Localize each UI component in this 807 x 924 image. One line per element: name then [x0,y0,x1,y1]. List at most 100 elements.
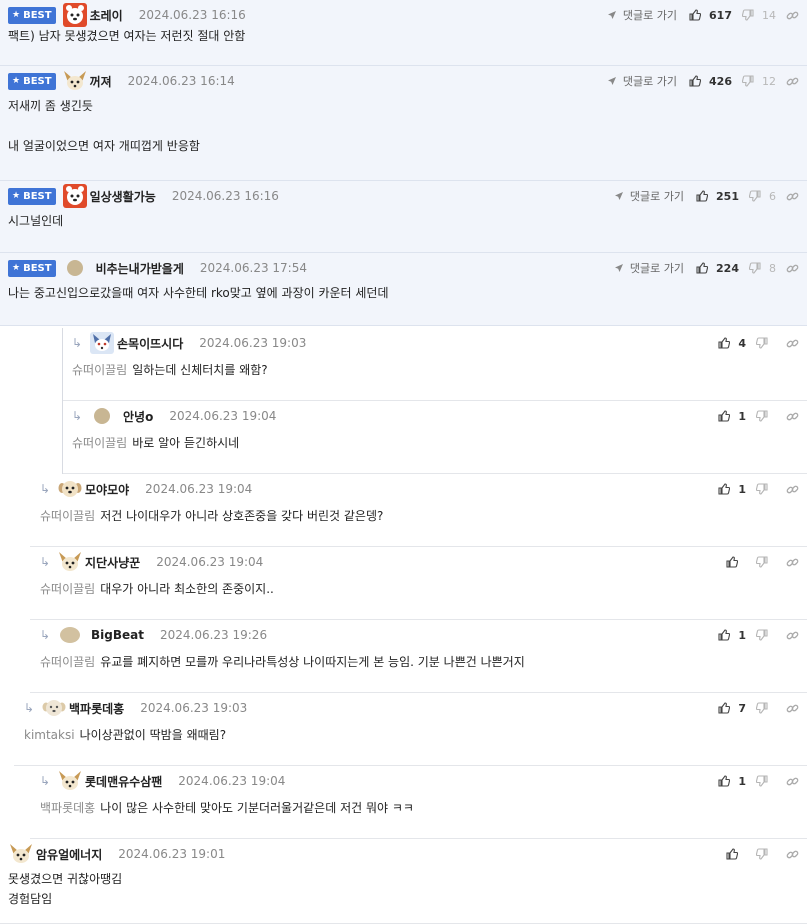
nickname[interactable]: 일상생활가능 [90,188,156,205]
nickname[interactable]: 초레이 [90,7,123,24]
nickname[interactable]: 손목이뜨시다 [117,335,183,352]
link-icon[interactable] [786,775,799,788]
comment-body: 슈떠이끌림 대우가 아니라 최소한의 존중이지.. [40,579,797,599]
avatar[interactable] [57,549,83,575]
timestamp: 2024.06.23 19:04 [178,774,286,788]
avatar[interactable] [62,183,88,209]
avatar[interactable] [62,255,88,281]
thumbs-down-icon [756,337,772,349]
mention-link[interactable]: kimtaksi [24,728,75,742]
goto-reply-button[interactable]: 댓글로 가기 [607,7,677,23]
comment-text: 일하는데 신체터치를 왜함? [132,363,268,377]
mention-link[interactable]: 슈떠이끌림 [40,509,95,523]
downvote-button[interactable] [756,483,776,495]
link-icon[interactable] [786,629,799,642]
comment-body: 시그널인데 [8,211,797,231]
nickname[interactable]: BigBeat [91,628,144,642]
mention-link[interactable]: 슈떠이끌림 [40,582,95,596]
downvote-button[interactable] [756,410,776,422]
avatar[interactable] [8,841,34,867]
downvote-button[interactable] [756,848,776,860]
mention-link[interactable]: 슈떠이끌림 [72,363,127,377]
nickname[interactable]: 지단사냥꾼 [85,554,140,571]
downvote-count: 6 [769,189,776,203]
nickname[interactable]: 모야모야 [85,481,129,498]
thumbs-up-icon [696,262,712,274]
nickname[interactable]: 비추는내가받을게 [96,260,184,277]
reply-comment: ↳ 백파롯데홍 2024.06.23 19:03 7 kimtaksi 나이상관없이 딱밤… [14,693,807,766]
comment-actions: 1 [718,620,799,650]
downvote-button[interactable]: 6 [749,190,776,203]
link-icon[interactable] [786,702,799,715]
upvote-button[interactable] [726,556,746,568]
avatar[interactable] [62,68,88,94]
downvote-count: 12 [762,74,776,88]
upvote-button[interactable] [726,848,746,860]
nickname[interactable]: 롯데맨유수삼팬 [85,773,162,790]
thumbs-up-icon [718,702,734,714]
comment-text: 저건 나이대우가 아니라 상호존중을 갖다 버린것 같은뎅? [100,509,384,523]
nickname[interactable]: 암유얼에너지 [36,846,102,863]
link-icon[interactable] [786,337,799,350]
link-icon[interactable] [786,483,799,496]
downvote-button[interactable]: 14 [742,9,776,22]
upvote-button[interactable]: 426 [689,75,732,88]
best-label: BEST [23,9,52,21]
star-icon: ★ [12,76,21,86]
upvote-button[interactable]: 7 [718,702,746,715]
link-icon[interactable] [786,9,799,22]
avatar[interactable] [89,403,115,429]
downvote-button[interactable]: 8 [749,262,776,275]
upvote-count: 426 [709,74,732,88]
thumbs-down-icon [749,262,765,274]
goto-reply-button[interactable]: 댓글로 가기 [614,260,684,276]
avatar[interactable] [57,622,83,648]
mention-link[interactable]: 백파롯데홍 [40,801,95,815]
best-badge: ★ BEST [8,72,56,90]
comment-header: ↳ 안녕o 2024.06.23 19:04 [62,401,807,431]
upvote-button[interactable]: 1 [718,629,746,642]
link-icon[interactable] [786,410,799,423]
downvote-button[interactable] [756,556,776,568]
comment-text: 바로 알아 듣긴하시네 [132,436,240,450]
downvote-button[interactable] [756,337,776,349]
avatar[interactable] [89,330,115,356]
avatar[interactable] [41,695,67,721]
downvote-button[interactable] [756,775,776,787]
nickname[interactable]: 꺼져 [90,73,112,90]
link-icon[interactable] [786,848,799,861]
comment-text: 시그널인데 [8,214,64,228]
mention-link[interactable]: 슈떠이끌림 [40,655,95,669]
downvote-button[interactable] [756,702,776,714]
goto-reply-button[interactable]: 댓글로 가기 [614,188,684,204]
nickname[interactable]: 안녕o [123,408,153,425]
avatar[interactable] [57,476,83,502]
reply-comment: ↳ 손목이뜨시다 2024.06.23 19:03 4 슈떠이끌림 일하는데 신체터치를 … [62,328,807,401]
thumbs-down-icon [749,190,765,202]
upvote-button[interactable]: 1 [718,483,746,496]
thumbs-up-icon [726,848,742,860]
comment: 암유얼에너지 2024.06.23 19:01 못생겼으면 귀찮아땡김 경험담임 [0,839,807,924]
star-icon: ★ [12,191,21,201]
goto-reply-button[interactable]: 댓글로 가기 [607,73,677,89]
link-icon[interactable] [786,190,799,203]
mention-link[interactable]: 슈떠이끌림 [72,436,127,450]
upvote-button[interactable]: 251 [696,190,739,203]
link-icon[interactable] [786,262,799,275]
downvote-button[interactable] [756,629,776,641]
avatar[interactable] [62,2,88,28]
link-icon[interactable] [786,556,799,569]
downvote-count: 8 [769,261,776,275]
upvote-button[interactable]: 1 [718,775,746,788]
avatar[interactable] [57,768,83,794]
upvote-button[interactable]: 617 [689,9,732,22]
upvote-count: 617 [709,8,732,22]
comment-body: 팩트) 남자 못생겼으면 여자는 저런짓 절대 안함 [8,26,797,46]
upvote-button[interactable]: 224 [696,262,739,275]
comment-header: ↳ 모야모야 2024.06.23 19:04 [30,474,807,504]
downvote-button[interactable]: 12 [742,75,776,88]
upvote-button[interactable]: 1 [718,410,746,423]
link-icon[interactable] [786,75,799,88]
nickname[interactable]: 백파롯데홍 [69,700,124,717]
upvote-button[interactable]: 4 [718,337,746,350]
